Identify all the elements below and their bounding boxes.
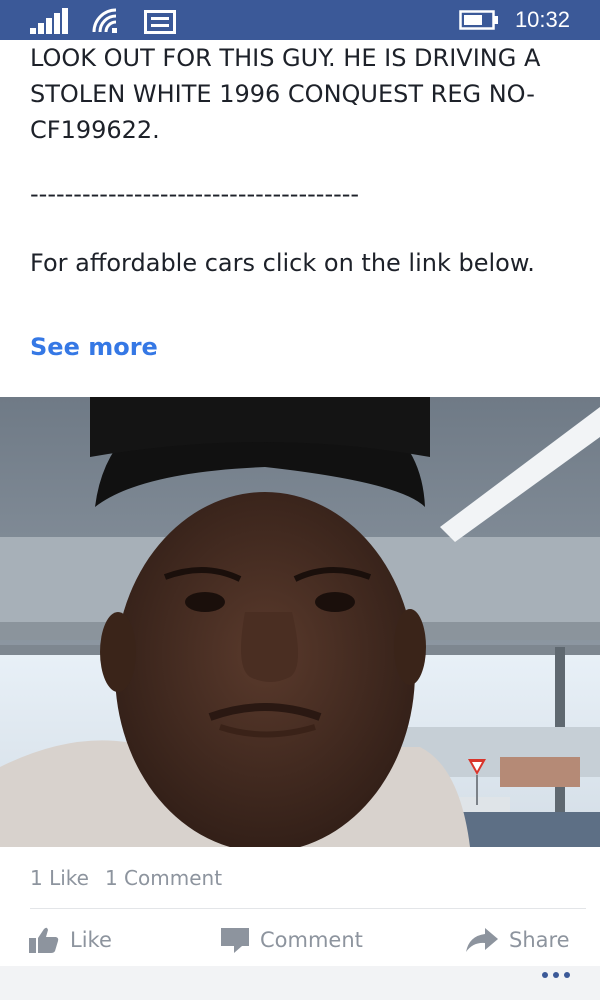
share-icon [465,926,499,954]
text-divider: -------------------------------------- [30,180,360,208]
signal-icon [30,8,70,34]
comment-icon [220,926,250,954]
comment-count[interactable]: 1 Comment [105,866,222,890]
wifi-icon [92,8,122,34]
clock: 10:32 [514,7,570,32]
like-count[interactable]: 1 Like [30,866,89,890]
like-button[interactable]: Like [28,918,112,962]
status-left [30,6,176,34]
more-options-icon[interactable] [542,972,570,978]
comment-button[interactable]: Comment [220,918,363,962]
post-text-line: CF199622. [30,116,160,144]
like-label: Like [70,928,112,952]
post-text: LOOK OUT FOR THIS GUY. HE IS DRIVING A S… [30,40,575,148]
post-text-line: STOLEN WHITE 1996 CONQUEST REG NO- [30,80,535,108]
divider [30,908,586,909]
status-bar: 10:32 [0,0,600,40]
post-text-line: LOOK OUT FOR THIS GUY. HE IS DRIVING A [30,44,541,72]
battery-icon [459,10,499,30]
status-right: 10:32 [459,5,570,35]
post-cta-text: For affordable cars click on the link be… [30,249,535,277]
app-bar [0,966,600,1000]
reaction-counts: 1 Like 1 Comment [30,866,222,890]
share-label: Share [509,928,570,952]
thumbs-up-icon [28,926,60,954]
comment-label: Comment [260,928,363,952]
action-bar: Like Comment Share [0,918,600,962]
share-button[interactable]: Share [465,918,570,962]
post-photo[interactable] [0,397,600,847]
message-icon [144,10,176,34]
see-more-link[interactable]: See more [30,333,158,361]
